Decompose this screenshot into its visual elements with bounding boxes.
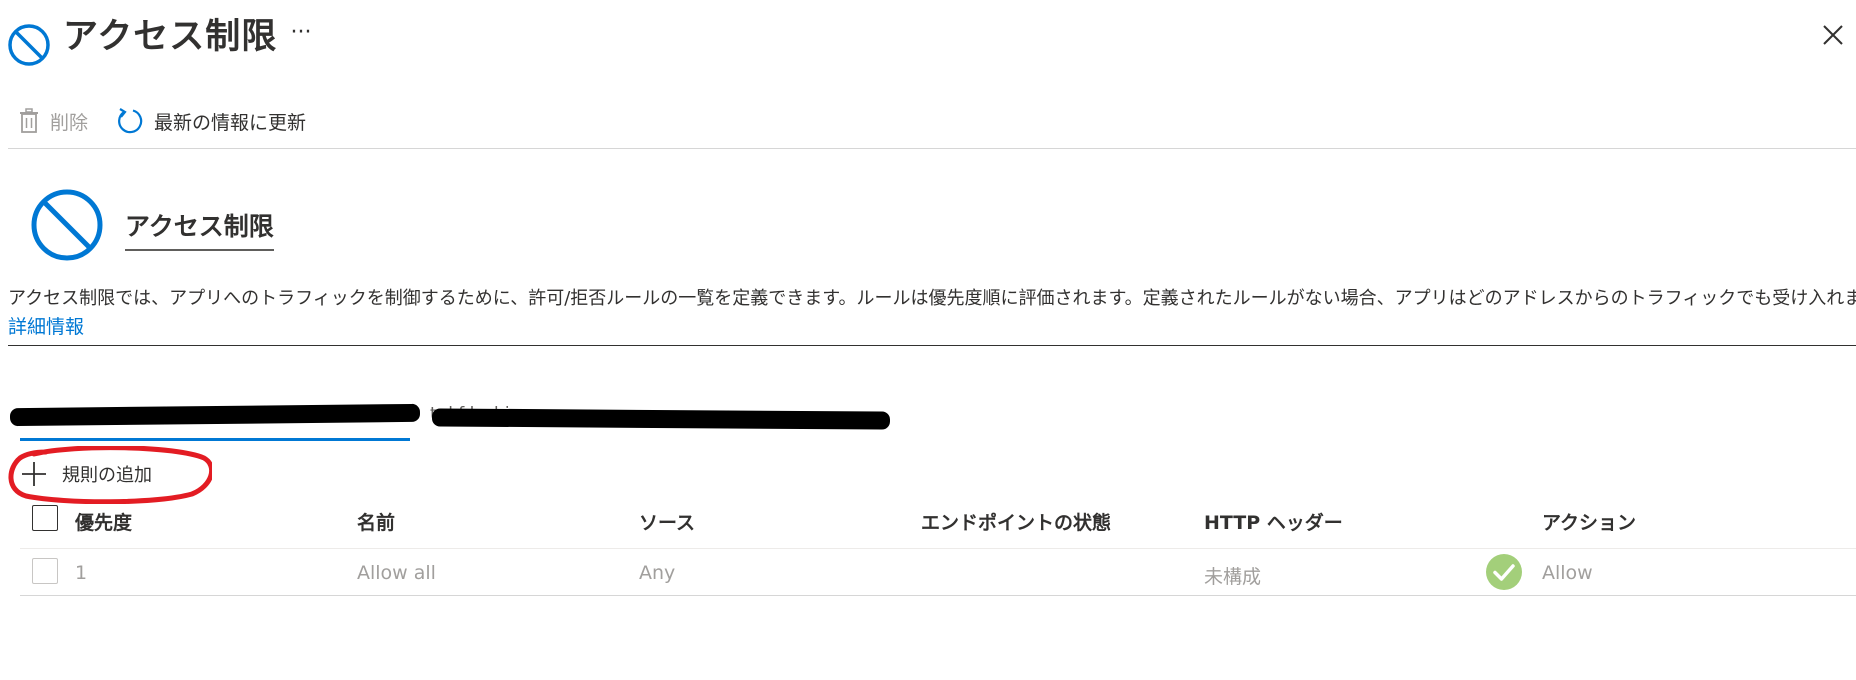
description-text: アクセス制限では、アプリへのトラフィックを制御するために、許可/拒否ルールの一覧… — [8, 288, 1856, 309]
trash-icon — [20, 108, 38, 133]
refresh-icon — [118, 108, 143, 134]
section-divider — [8, 345, 1856, 346]
column-header-endpoint-state[interactable]: エンドポイントの状態 — [921, 508, 1111, 535]
row-checkbox[interactable] — [32, 558, 58, 584]
column-header-action[interactable]: アクション — [1542, 508, 1636, 535]
check-circle-icon — [1486, 554, 1522, 590]
active-tab-indicator — [20, 438, 410, 441]
add-rule-label: 規則の追加 — [62, 465, 152, 486]
redaction-bar — [431, 408, 891, 430]
cell-priority: 1 — [75, 562, 88, 584]
cell-source: Any — [639, 562, 676, 584]
block-icon — [8, 24, 50, 66]
refresh-label: 最新の情報に更新 — [154, 111, 307, 134]
delete-button[interactable]: 削除 — [18, 106, 88, 136]
toolbar-divider — [8, 148, 1856, 149]
row-divider — [20, 595, 1856, 596]
delete-label: 削除 — [50, 111, 89, 134]
column-header-http-header[interactable]: HTTP ヘッダー — [1204, 508, 1343, 535]
cell-name: Allow all — [357, 562, 436, 584]
refresh-button[interactable]: 最新の情報に更新 — [116, 106, 306, 136]
cell-action: Allow — [1542, 562, 1593, 584]
redaction-bar — [9, 403, 421, 427]
close-icon[interactable] — [1818, 20, 1848, 50]
plus-icon — [22, 462, 46, 486]
column-header-name[interactable]: 名前 — [357, 508, 395, 535]
access-restrictions-page: アクセス制限 ··· 削除 最新の情報に更新 アクセス制限 アクセス制限では、ア… — [0, 0, 1856, 680]
header-divider — [20, 548, 1856, 549]
add-rule-button[interactable]: 規則の追加 — [20, 458, 152, 490]
column-header-priority[interactable]: 優先度 — [75, 508, 132, 535]
more-options-button[interactable]: ··· — [286, 18, 316, 48]
section-title: アクセス制限 — [125, 207, 274, 251]
learn-more-link[interactable]: 詳細情報 — [8, 312, 84, 339]
column-header-source[interactable]: ソース — [639, 508, 695, 535]
cell-http-header: 未構成 — [1204, 566, 1262, 588]
page-title: アクセス制限 — [63, 17, 278, 57]
block-icon-large — [31, 189, 103, 261]
select-all-checkbox[interactable] — [32, 505, 58, 531]
